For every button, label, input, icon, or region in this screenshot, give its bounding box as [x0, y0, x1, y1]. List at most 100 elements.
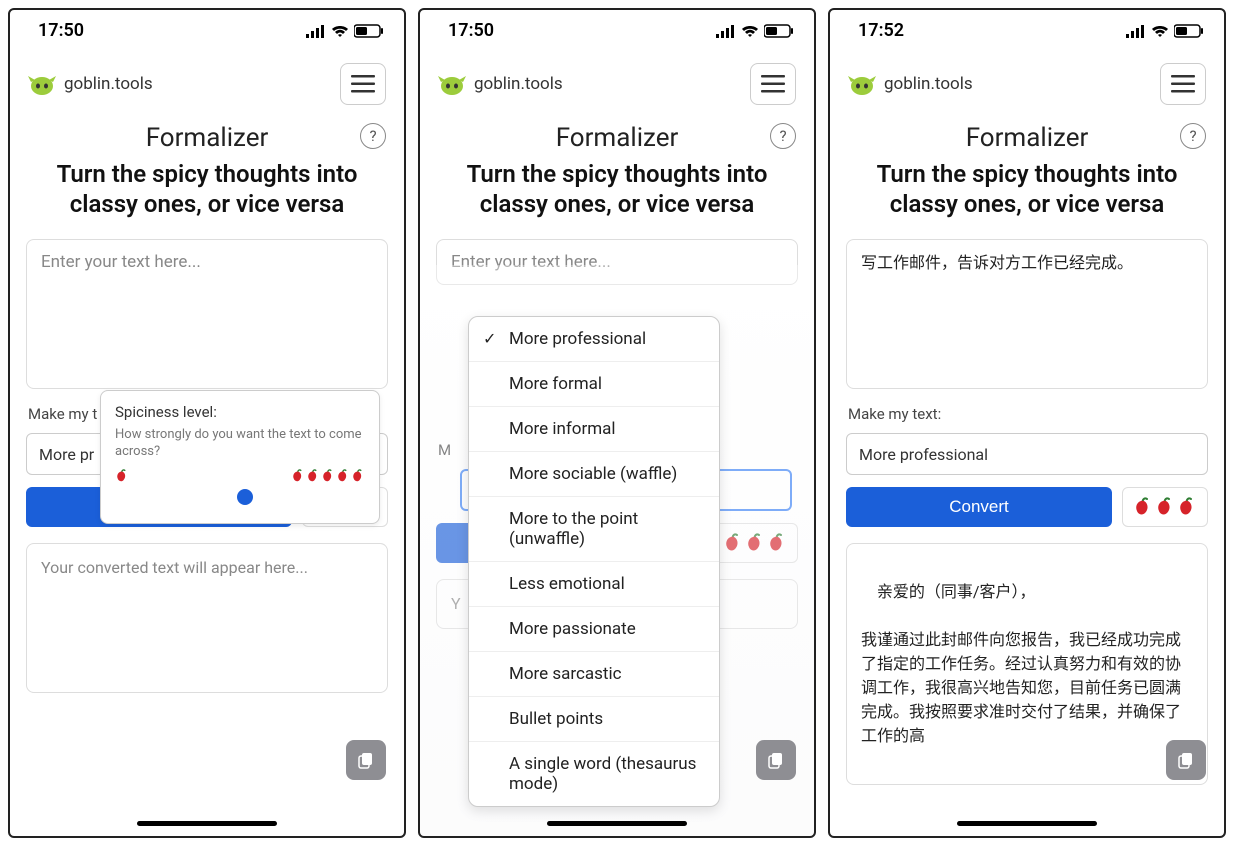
- output-value: 亲爱的（同事/客户）， 我谨通过此封邮件向您报告，我已经成功完成了指定的工作任务…: [861, 582, 1181, 745]
- copy-button[interactable]: [1166, 740, 1206, 780]
- brand-row: goblin.tools: [420, 45, 814, 115]
- input-textarea[interactable]: Enter your text here...: [436, 239, 798, 285]
- chili-icon: [723, 533, 743, 553]
- convert-button[interactable]: Convert: [846, 487, 1112, 527]
- brand[interactable]: goblin.tools: [438, 72, 563, 96]
- input-textarea[interactable]: 写工作邮件，告诉对方工作已经完成。: [846, 239, 1208, 389]
- dropdown-option-bullet-points[interactable]: Bullet points: [469, 697, 719, 742]
- title-row: Formalizer ?: [10, 115, 404, 155]
- chili-icon: [1155, 497, 1175, 517]
- svg-text:47: 47: [369, 28, 379, 38]
- hamburger-icon: [351, 75, 375, 93]
- brand-name: goblin.tools: [884, 74, 973, 94]
- cellular-icon: [1126, 24, 1146, 38]
- title-row: Formalizer ?: [830, 115, 1224, 155]
- home-indicator[interactable]: [957, 821, 1097, 826]
- menu-button[interactable]: [1160, 63, 1206, 105]
- output-textarea: Your converted text will appear here...: [26, 543, 388, 693]
- make-label: Make my text:: [848, 405, 1206, 423]
- tooltip-body: How strongly do you want the text to com…: [115, 427, 365, 461]
- input-placeholder: Enter your text here...: [451, 252, 611, 272]
- battery-icon: [1174, 24, 1204, 38]
- copy-icon: [357, 751, 375, 769]
- brand-row: goblin.tools: [830, 45, 1224, 115]
- help-button[interactable]: ?: [1180, 123, 1206, 149]
- dropdown-option-single-word[interactable]: A single word (thesaurus mode): [469, 742, 719, 806]
- hamburger-icon: [1171, 75, 1195, 93]
- cellular-icon: [716, 24, 736, 38]
- dropdown-option-less-emotional[interactable]: Less emotional: [469, 562, 719, 607]
- output-placeholder: Y: [451, 594, 461, 613]
- page-subtitle: Turn the spicy thoughts into classy ones…: [10, 155, 404, 233]
- input-placeholder: Enter your text here...: [41, 252, 201, 272]
- battery-icon: [764, 24, 794, 38]
- copy-button[interactable]: [756, 740, 796, 780]
- dropdown-option-more-sarcastic[interactable]: More sarcastic: [469, 652, 719, 697]
- dropdown-option-more-passionate[interactable]: More passionate: [469, 607, 719, 652]
- dropdown-option-more-to-the-point[interactable]: More to the point (unwaffle): [469, 497, 719, 562]
- style-select-value: More pr: [39, 445, 94, 464]
- wifi-icon: [1151, 24, 1169, 38]
- dropdown-option-more-professional[interactable]: ✓More professional: [469, 317, 719, 362]
- phone-screen-2: 17:50 goblin.tools Formalizer ? Turn the…: [418, 8, 816, 838]
- dropdown-option-more-informal[interactable]: More informal: [469, 407, 719, 452]
- status-time: 17:50: [448, 20, 494, 41]
- dropdown-option-more-sociable[interactable]: More sociable (waffle): [469, 452, 719, 497]
- check-icon: ✓: [483, 329, 496, 348]
- menu-button[interactable]: [340, 63, 386, 105]
- status-indicators: 47: [306, 24, 384, 38]
- status-bar: 17:52: [830, 10, 1224, 45]
- status-bar: 17:50: [420, 10, 814, 45]
- home-indicator[interactable]: [137, 821, 277, 826]
- status-indicators: [716, 24, 794, 38]
- menu-button[interactable]: [750, 63, 796, 105]
- status-bar: 17:50 47: [10, 10, 404, 45]
- spiciness-indicator[interactable]: [1122, 487, 1208, 527]
- battery-icon: 47: [354, 24, 384, 38]
- question-icon: ?: [369, 127, 376, 145]
- output-textarea: 亲爱的（同事/客户）， 我谨通过此封邮件向您报告，我已经成功完成了指定的工作任务…: [846, 543, 1208, 785]
- chili-icon: [115, 469, 129, 483]
- page-title: Formalizer: [966, 123, 1089, 153]
- output-placeholder: Your converted text will appear here...: [41, 558, 308, 577]
- chili-max-icons: [291, 469, 365, 483]
- help-button[interactable]: ?: [360, 123, 386, 149]
- input-textarea[interactable]: Enter your text here...: [26, 239, 388, 389]
- style-select-value: More professional: [859, 445, 988, 464]
- status-time: 17:52: [858, 20, 904, 41]
- brand[interactable]: goblin.tools: [28, 72, 153, 96]
- home-indicator[interactable]: [547, 821, 687, 826]
- chili-icon: [767, 533, 787, 553]
- wifi-icon: [741, 24, 759, 38]
- brand-name: goblin.tools: [64, 74, 153, 94]
- brand[interactable]: goblin.tools: [848, 72, 973, 96]
- help-button[interactable]: ?: [770, 123, 796, 149]
- title-row: Formalizer ?: [420, 115, 814, 155]
- style-dropdown: ✓More professional More formal More info…: [468, 316, 720, 807]
- tooltip-title: Spiciness level:: [115, 403, 365, 421]
- page-title: Formalizer: [556, 123, 679, 153]
- copy-button[interactable]: [346, 740, 386, 780]
- spiciness-indicator[interactable]: [712, 523, 798, 563]
- page-title: Formalizer: [146, 123, 269, 153]
- slider-thumb[interactable]: [237, 489, 253, 505]
- spiciness-tooltip: Spiciness level: How strongly do you wan…: [100, 390, 380, 524]
- status-indicators: [1126, 24, 1204, 38]
- spiciness-slider[interactable]: [115, 489, 365, 507]
- phone-screen-3: 17:52 goblin.tools Formalizer ? Turn the…: [828, 8, 1226, 838]
- copy-icon: [1177, 751, 1195, 769]
- style-select[interactable]: More professional: [846, 433, 1208, 475]
- status-time: 17:50: [38, 20, 84, 41]
- goblin-logo-icon: [28, 72, 56, 96]
- hamburger-icon: [761, 75, 785, 93]
- brand-name: goblin.tools: [474, 74, 563, 94]
- chili-icon: [1133, 497, 1153, 517]
- goblin-logo-icon: [438, 72, 466, 96]
- dropdown-option-more-formal[interactable]: More formal: [469, 362, 719, 407]
- chili-icon: [1177, 497, 1197, 517]
- copy-icon: [767, 751, 785, 769]
- convert-row: Convert: [846, 487, 1208, 527]
- goblin-logo-icon: [848, 72, 876, 96]
- wifi-icon: [331, 24, 349, 38]
- chili-icon: [745, 533, 765, 553]
